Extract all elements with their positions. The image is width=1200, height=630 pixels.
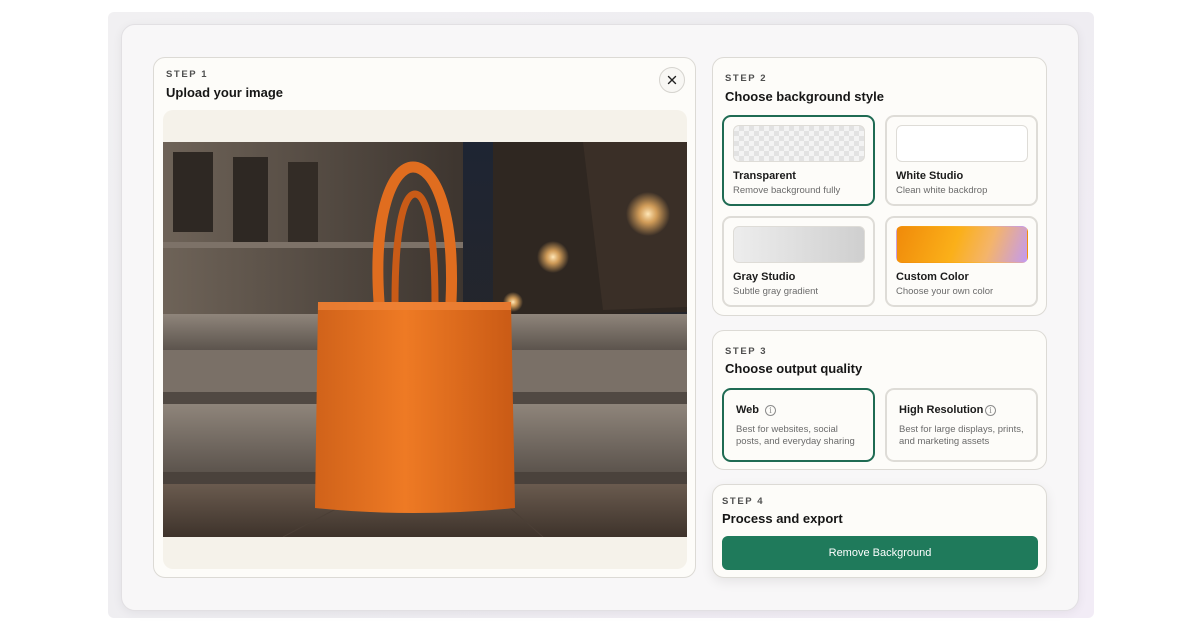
white-swatch xyxy=(896,125,1028,162)
info-icon[interactable]: i xyxy=(765,405,776,416)
upload-card: STEP 1 Upload your image xyxy=(153,57,696,578)
option-name: White Studio xyxy=(896,170,964,182)
option-description: Remove background fully xyxy=(733,185,841,196)
bg-option-custom-color[interactable]: Custom Color Choose your own color xyxy=(885,216,1038,307)
process-export-card: STEP 4 Process and export Remove Backgro… xyxy=(712,484,1047,578)
remove-background-button[interactable]: Remove Background xyxy=(722,536,1038,570)
option-name: High Resolution xyxy=(899,404,984,416)
option-description: Best for large displays, prints, and mar… xyxy=(899,424,1024,447)
step-3-title: Choose output quality xyxy=(725,361,863,376)
quality-option-web[interactable]: Web i Best for websites, social posts, a… xyxy=(722,388,875,462)
info-icon[interactable]: i xyxy=(985,405,996,416)
background-style-card: STEP 2 Choose background style Transpare… xyxy=(712,57,1047,316)
uploaded-photo xyxy=(163,142,687,537)
option-name: Custom Color xyxy=(896,271,969,283)
bg-option-white-studio[interactable]: White Studio Clean white backdrop xyxy=(885,115,1038,206)
step-2-label: STEP 2 xyxy=(725,73,768,84)
step-1-title: Upload your image xyxy=(166,85,284,100)
bg-option-gray-studio[interactable]: Gray Studio Subtle gray gradient xyxy=(722,216,875,307)
custom-color-swatch xyxy=(896,226,1028,263)
quality-option-high-resolution[interactable]: High Resolution i Best for large display… xyxy=(885,388,1038,462)
close-button[interactable] xyxy=(659,67,685,93)
step-4-title: Process and export xyxy=(722,511,843,526)
option-name: Web xyxy=(736,404,760,416)
output-quality-card: STEP 3 Choose output quality Web i Best … xyxy=(712,330,1047,470)
close-icon xyxy=(667,75,677,85)
bg-option-transparent[interactable]: Transparent Remove background fully xyxy=(722,115,875,206)
gray-swatch xyxy=(733,226,865,263)
option-description: Choose your own color xyxy=(896,286,994,297)
step-2-title: Choose background style xyxy=(725,89,884,104)
option-name: Gray Studio xyxy=(733,271,796,283)
step-4-label: STEP 4 xyxy=(722,496,765,507)
option-name: Transparent xyxy=(733,170,796,182)
option-description: Best for websites, social posts, and eve… xyxy=(736,424,855,447)
image-preview-area[interactable] xyxy=(163,110,687,569)
step-1-label: STEP 1 xyxy=(166,69,209,80)
option-description: Clean white backdrop xyxy=(896,185,988,196)
option-description: Subtle gray gradient xyxy=(733,286,819,297)
step-3-label: STEP 3 xyxy=(725,346,768,357)
transparent-swatch xyxy=(733,125,865,162)
